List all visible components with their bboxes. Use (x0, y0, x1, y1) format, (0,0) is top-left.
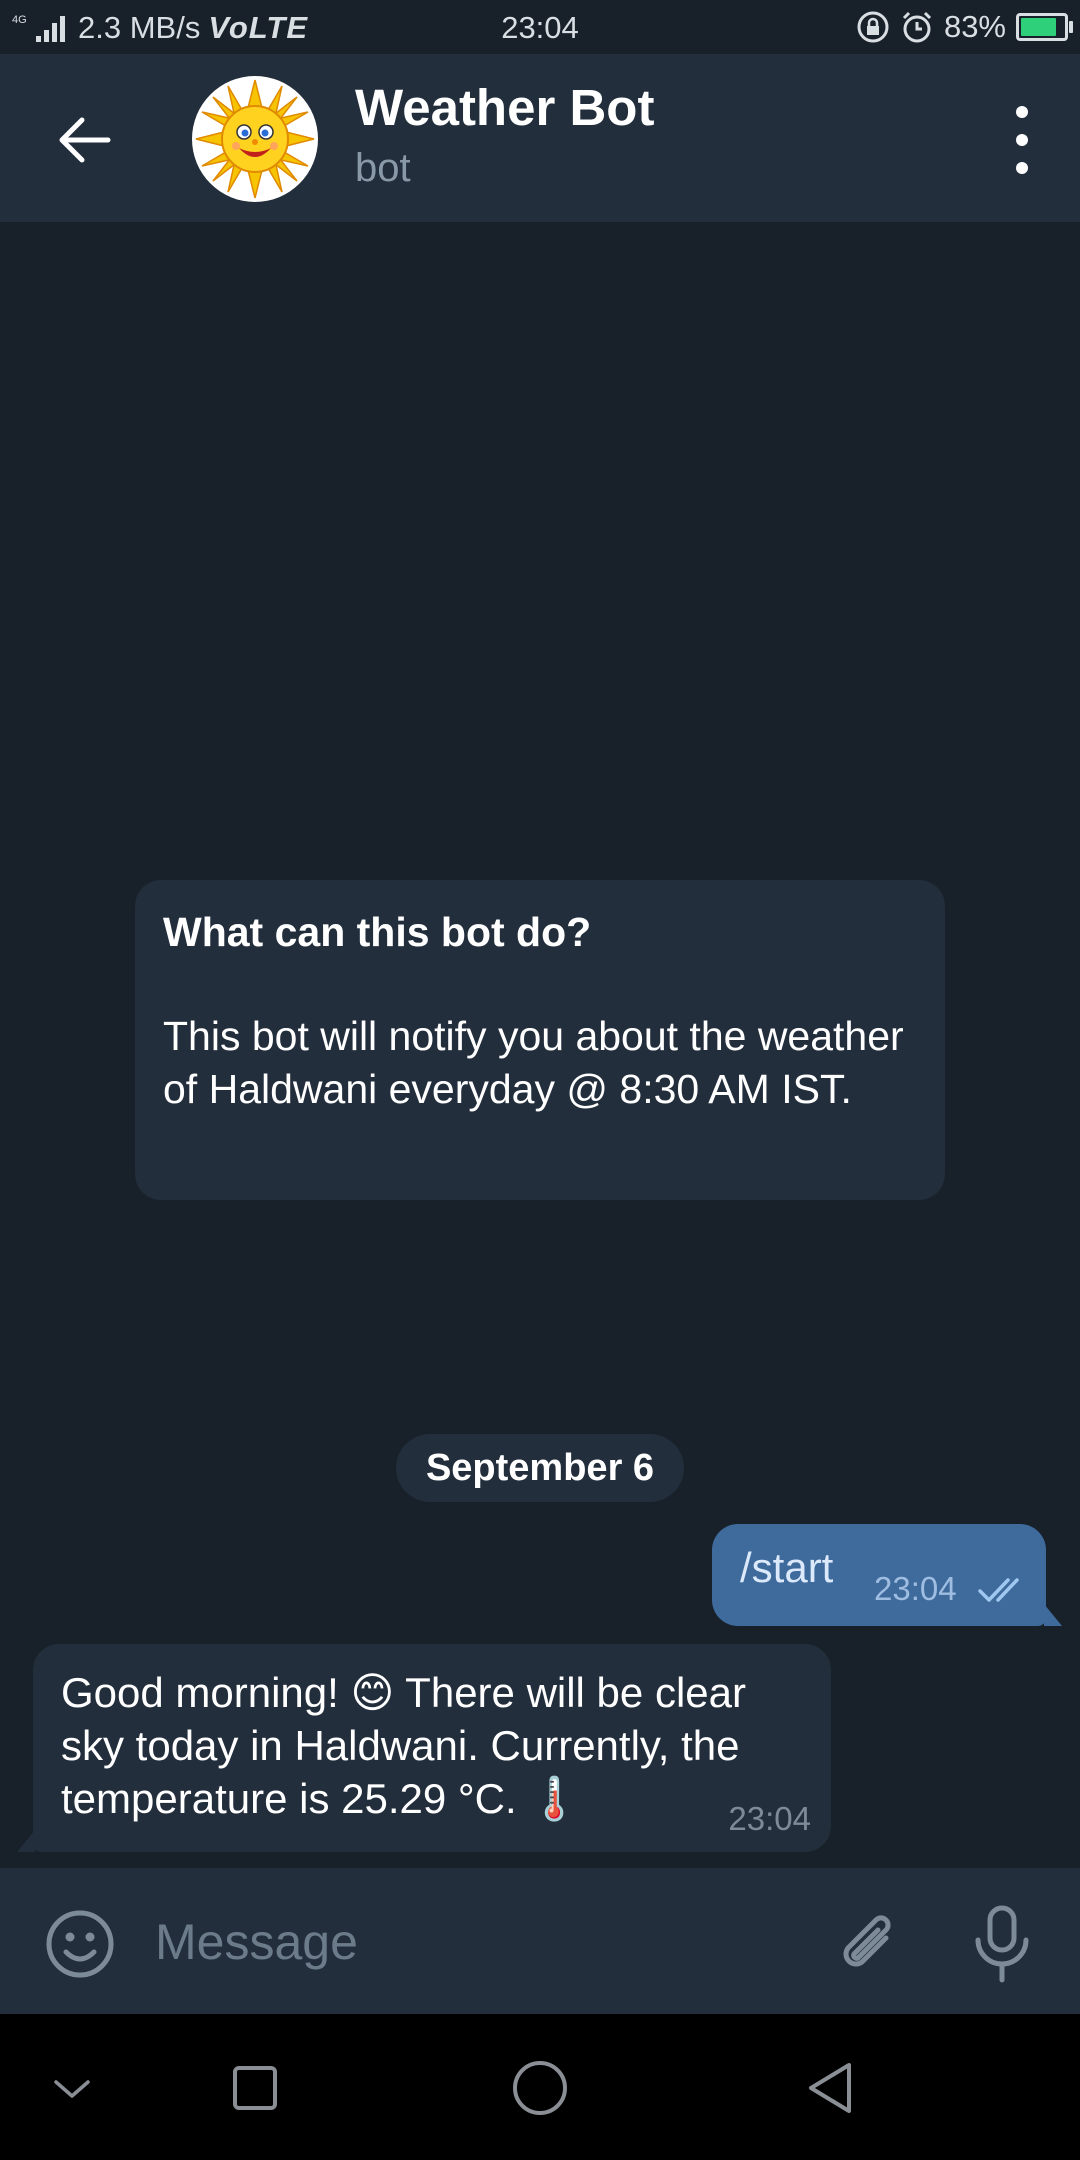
status-right: 83% (856, 9, 1073, 45)
chevron-down-icon (54, 2080, 90, 2098)
attach-button[interactable] (826, 1904, 902, 1984)
triangle-back-icon (809, 2063, 851, 2113)
bubble-tail (1044, 1604, 1062, 1626)
chat-header: Weather Bot bot (0, 54, 1080, 222)
outgoing-message[interactable]: /start 23:04 (712, 1524, 1062, 1626)
more-vertical-icon (1016, 106, 1028, 118)
battery-percent: 83% (943, 9, 1006, 44)
circle-icon (513, 2061, 567, 2115)
more-vertical-icon-dot (1016, 134, 1028, 146)
chat-subtitle: bot (355, 146, 411, 190)
battery-fill (1021, 18, 1056, 36)
chat-area[interactable]: What can this bot do? This bot will noti… (0, 222, 1080, 1868)
more-vertical-icon-dot (1016, 162, 1028, 174)
square-icon (233, 2066, 277, 2110)
smiley-icon (46, 1910, 114, 1978)
status-bar: 4G 2.3 MB/s VoLTE 23:04 83% (0, 0, 1080, 54)
nav-recents-button[interactable] (215, 2058, 295, 2118)
back-button[interactable] (40, 104, 128, 176)
alarm-clock-icon (902, 11, 932, 43)
nav-collapse-button[interactable] (32, 2058, 112, 2118)
sun-face-icon (195, 79, 315, 199)
bot-avatar[interactable] (192, 76, 318, 202)
incoming-message[interactable]: Good morning! 😊 There will be clear sky … (17, 1644, 831, 1852)
nav-home-button[interactable] (500, 2058, 580, 2118)
microphone-icon (975, 1905, 1029, 1983)
paperclip-icon (843, 1915, 891, 1967)
voice-message-button[interactable] (964, 1902, 1040, 1986)
bot-intro-body: This bot will notify you about the weath… (163, 1013, 904, 1112)
emoji-button[interactable] (44, 1908, 116, 1980)
chat-title[interactable]: Weather Bot (355, 78, 654, 137)
bubble-tail (17, 1830, 35, 1852)
arrow-left-icon (59, 117, 111, 163)
message-input[interactable] (155, 1904, 775, 1980)
rotation-lock-icon (857, 11, 889, 43)
battery-icon (1016, 13, 1073, 41)
nav-back-button[interactable] (790, 2058, 870, 2118)
message-composer (0, 1868, 1080, 2014)
more-options-button[interactable] (1006, 106, 1038, 174)
bot-intro-title: What can this bot do? (163, 909, 592, 955)
bot-intro-card: What can this bot do? This bot will noti… (135, 880, 945, 1200)
message-text: /start (740, 1544, 834, 1591)
message-time: 23:04 (728, 1800, 811, 1837)
message-text: Good morning! 😊 There will be clear sky … (61, 1669, 746, 1822)
double-check-icon (978, 1578, 1019, 1602)
date-separator: September 6 (396, 1434, 684, 1502)
message-time: 23:04 (874, 1570, 957, 1607)
system-nav-bar (0, 2014, 1080, 2160)
